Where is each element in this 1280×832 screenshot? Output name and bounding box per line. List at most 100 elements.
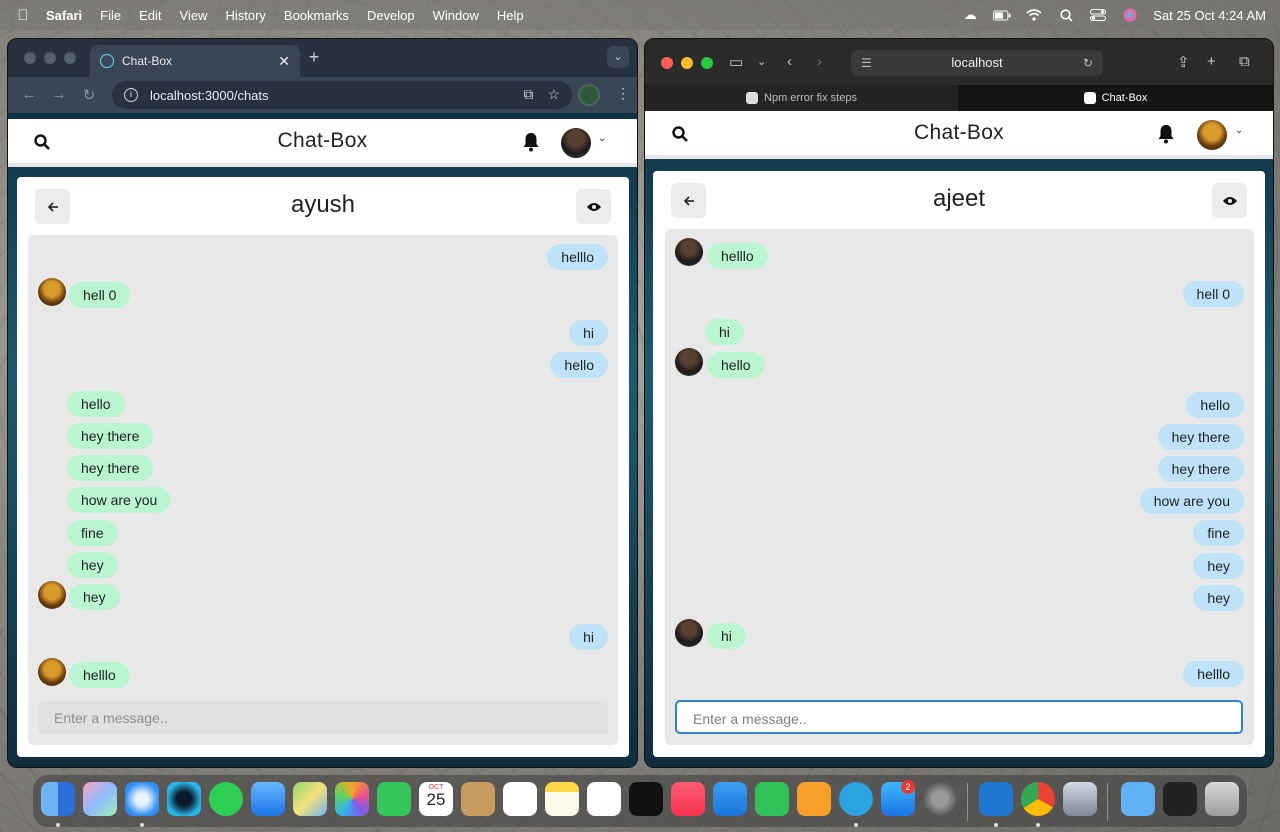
search-icon[interactable] bbox=[34, 134, 50, 150]
sender-avatar[interactable] bbox=[675, 238, 703, 266]
profile-avatar[interactable] bbox=[578, 84, 600, 106]
chevron-down-icon[interactable]: ⌄ bbox=[757, 55, 766, 68]
facetime-icon[interactable] bbox=[377, 782, 411, 816]
message-input[interactable]: Enter a message.. bbox=[675, 700, 1243, 734]
zoom-window-button[interactable] bbox=[701, 57, 713, 69]
chevron-down-icon[interactable]: ⌄ bbox=[598, 133, 606, 144]
minimize-window-button[interactable] bbox=[44, 52, 56, 64]
menu-history[interactable]: History bbox=[225, 8, 265, 23]
menu-window[interactable]: Window bbox=[433, 8, 479, 23]
siri-icon[interactable] bbox=[1121, 8, 1139, 22]
site-info-icon[interactable]: i bbox=[124, 88, 138, 102]
tab-title: Chat-Box bbox=[122, 54, 173, 68]
forward-arrow-icon[interactable]: → bbox=[50, 86, 68, 103]
control-center-icon[interactable] bbox=[1089, 8, 1107, 22]
messages-icon[interactable] bbox=[209, 782, 243, 816]
reload-icon[interactable]: ↻ bbox=[1083, 50, 1093, 76]
search-icon[interactable] bbox=[672, 126, 688, 142]
telegram-icon[interactable] bbox=[839, 782, 873, 816]
address-bar[interactable]: ☰ localhost ↻ bbox=[851, 50, 1103, 76]
reload-icon[interactable]: ↻ bbox=[80, 86, 98, 104]
bookmark-star-icon[interactable]: ☆ bbox=[547, 86, 560, 103]
downloads-folder-icon[interactable] bbox=[1121, 782, 1155, 816]
address-bar[interactable]: i localhost:3000/chats ⧉ ☆ bbox=[112, 81, 572, 109]
menu-develop[interactable]: Develop bbox=[367, 8, 415, 23]
menu-bookmarks[interactable]: Bookmarks bbox=[284, 8, 349, 23]
user-avatar[interactable] bbox=[561, 128, 591, 158]
wifi-icon[interactable] bbox=[1025, 8, 1043, 22]
screenshot-stack-icon[interactable] bbox=[1163, 782, 1197, 816]
battery-icon[interactable] bbox=[993, 8, 1011, 22]
share-icon[interactable]: ⇪ bbox=[1177, 53, 1190, 71]
close-window-button[interactable] bbox=[24, 52, 36, 64]
spotlight-search-icon[interactable] bbox=[1057, 8, 1075, 22]
view-profile-button[interactable] bbox=[1212, 183, 1247, 218]
vscode-icon[interactable] bbox=[979, 782, 1013, 816]
safari-page-viewport: Chat-Box ⌄ ajeet helllo hell 0 hi hello … bbox=[645, 111, 1273, 767]
reminders-icon[interactable] bbox=[503, 782, 537, 816]
zoom-window-button[interactable] bbox=[64, 52, 76, 64]
close-window-button[interactable] bbox=[661, 57, 673, 69]
music-icon[interactable] bbox=[671, 782, 705, 816]
chrome-tab-chat-box[interactable]: Chat-Box ✕ bbox=[90, 45, 300, 77]
safari-icon[interactable] bbox=[125, 782, 159, 816]
calendar-icon[interactable]: OCT 25 bbox=[419, 782, 453, 816]
photos-icon[interactable] bbox=[335, 782, 369, 816]
install-app-icon[interactable]: ⧉ bbox=[523, 86, 533, 103]
safari-tab-npm-error[interactable]: Npm error fix steps bbox=[645, 85, 959, 111]
apple-menu-icon[interactable]:  bbox=[0, 7, 46, 24]
menu-clock[interactable]: Sat 25 Oct 4:24 AM bbox=[1153, 8, 1266, 23]
bell-icon[interactable] bbox=[1157, 124, 1175, 144]
tab-overview-icon[interactable]: ⧉ bbox=[1239, 53, 1250, 70]
address-url[interactable]: localhost:3000/chats bbox=[150, 88, 269, 103]
chrome-window: Chat-Box ✕ + ⌄ ← → ↻ i localhost:3000/ch… bbox=[7, 38, 638, 768]
safari-tab-chat-box[interactable]: Chat-Box bbox=[959, 85, 1273, 111]
message-bubble: hey there bbox=[67, 455, 154, 481]
sender-avatar[interactable] bbox=[675, 348, 703, 376]
mail-icon[interactable] bbox=[251, 782, 285, 816]
trash-icon[interactable] bbox=[1205, 782, 1239, 816]
message-input[interactable]: Enter a message.. bbox=[38, 701, 608, 735]
chevron-down-icon[interactable]: ⌄ bbox=[1235, 125, 1243, 136]
menu-app-name[interactable]: Safari bbox=[46, 8, 82, 23]
page-settings-icon[interactable]: ☰ bbox=[861, 50, 872, 76]
address-url[interactable]: localhost bbox=[951, 55, 1002, 70]
contacts-icon[interactable] bbox=[461, 782, 495, 816]
menu-help[interactable]: Help bbox=[497, 8, 524, 23]
sender-avatar[interactable] bbox=[38, 658, 66, 686]
tab-search-button[interactable]: ⌄ bbox=[607, 46, 629, 68]
launchpad-icon[interactable] bbox=[83, 782, 117, 816]
menu-file[interactable]: File bbox=[100, 8, 121, 23]
notes-icon[interactable] bbox=[545, 782, 579, 816]
apple-tv-icon[interactable] bbox=[629, 782, 663, 816]
chatgpt-favicon-icon bbox=[746, 92, 759, 104]
sender-avatar[interactable] bbox=[38, 581, 66, 609]
maps-icon[interactable] bbox=[293, 782, 327, 816]
keynote-icon[interactable] bbox=[713, 782, 747, 816]
bell-icon[interactable] bbox=[522, 132, 540, 152]
finder-icon[interactable] bbox=[41, 782, 75, 816]
view-profile-button[interactable] bbox=[576, 189, 611, 224]
chrome-menu-icon[interactable]: ⋮ bbox=[616, 85, 630, 102]
sidebar-toggle-icon[interactable]: ▭ bbox=[729, 53, 743, 71]
pages-icon[interactable] bbox=[797, 782, 831, 816]
forward-arrow-icon[interactable]: › bbox=[817, 53, 822, 70]
minimize-window-button[interactable] bbox=[681, 57, 693, 69]
back-arrow-icon[interactable]: ← bbox=[20, 86, 38, 103]
vpn-app-icon[interactable] bbox=[167, 782, 201, 816]
sender-avatar[interactable] bbox=[675, 619, 703, 647]
menu-edit[interactable]: Edit bbox=[139, 8, 161, 23]
cloud-icon[interactable]: ☁ bbox=[961, 7, 979, 22]
user-avatar[interactable] bbox=[1197, 120, 1227, 150]
numbers-icon[interactable] bbox=[755, 782, 789, 816]
sender-avatar[interactable] bbox=[38, 278, 66, 306]
back-arrow-icon[interactable]: ‹ bbox=[787, 53, 792, 70]
preview-icon[interactable] bbox=[1063, 782, 1097, 816]
close-tab-icon[interactable]: ✕ bbox=[278, 53, 290, 70]
menu-view[interactable]: View bbox=[180, 8, 208, 23]
system-settings-icon[interactable] bbox=[923, 782, 957, 816]
freeform-icon[interactable] bbox=[587, 782, 621, 816]
chrome-icon[interactable] bbox=[1021, 782, 1055, 816]
new-tab-button[interactable]: + bbox=[302, 47, 326, 68]
new-tab-button[interactable]: + bbox=[1207, 53, 1216, 70]
